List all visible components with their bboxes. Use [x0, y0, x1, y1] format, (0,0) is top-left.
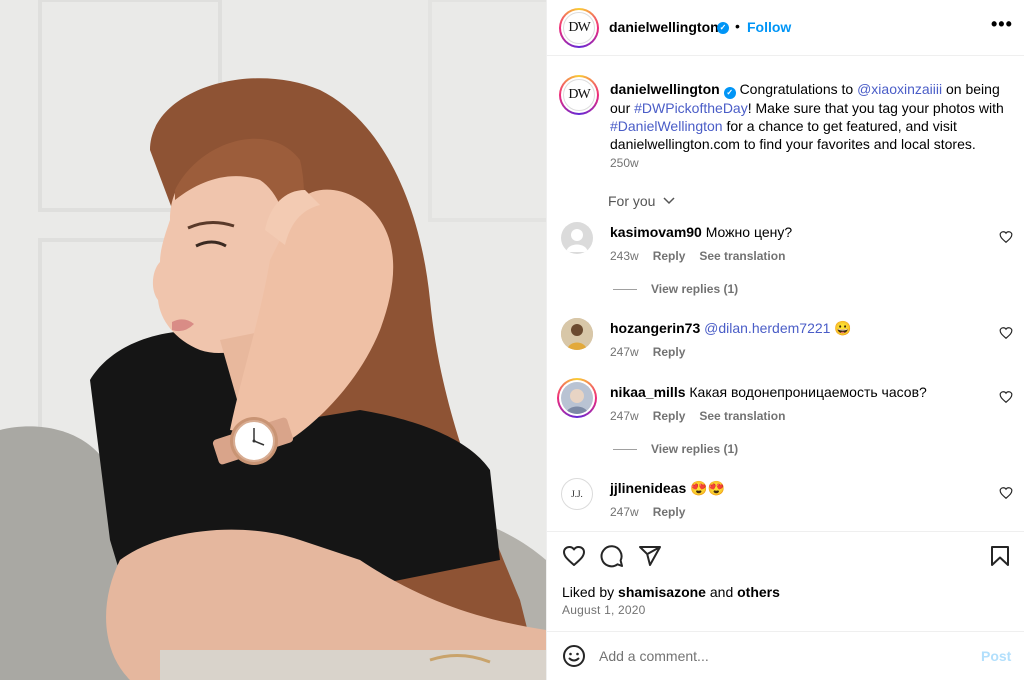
caption-hashtag[interactable]: #DanielWellington [610, 118, 723, 134]
verified-badge-icon: ✓ [723, 87, 736, 99]
add-comment-bar: Post [547, 631, 1024, 680]
heart-icon[interactable] [562, 544, 586, 568]
comments-section[interactable]: DW danielwellington ✓ Congratulations to … [547, 57, 1024, 531]
user-avatar[interactable] [561, 318, 593, 350]
caption-timestamp[interactable]: 250w [610, 156, 639, 170]
reply-button[interactable]: Reply [653, 249, 686, 263]
caption-text: danielwellington ✓ Congratulations to @xi… [610, 80, 1010, 153]
liked-by-others[interactable]: others [737, 584, 780, 600]
comment-meta: 247w Reply [610, 505, 699, 519]
avatar-photo [561, 382, 593, 414]
comment-username[interactable]: hozangerin73 [610, 320, 700, 336]
sort-label: For you [608, 193, 656, 209]
reply-button[interactable]: Reply [653, 345, 686, 359]
view-replies-button[interactable]: View replies (1) [613, 442, 738, 456]
comment-body: nikaa_mills Какая водонепроницаемость ча… [610, 383, 990, 401]
like-comment-heart-icon[interactable] [999, 230, 1013, 244]
comment-time[interactable]: 243w [610, 249, 639, 263]
send-icon[interactable] [638, 544, 662, 568]
caption-avatar[interactable]: DW [559, 75, 599, 115]
liked-by-user[interactable]: shamisazone [618, 584, 706, 600]
bookmark-icon[interactable] [988, 544, 1012, 568]
user-avatar-story-ring[interactable] [557, 378, 597, 418]
post-side-panel: DW danielwellington ✓ • Follow ••• DW da… [546, 0, 1024, 680]
photo-woman-with-watch [0, 0, 546, 680]
comment-meta: 243w Reply See translation [610, 249, 799, 263]
likes-prefix: Liked by [562, 584, 619, 600]
account-username[interactable]: danielwellington [609, 19, 719, 35]
view-replies-label: View replies (1) [651, 442, 739, 456]
comment-username[interactable]: kasimovam90 [610, 224, 702, 240]
comment-emoji: 😍😍 [690, 480, 726, 496]
see-translation-button[interactable]: See translation [699, 249, 785, 263]
separator-dot: • [735, 18, 740, 34]
replies-divider-line [613, 449, 637, 451]
more-options-icon[interactable]: ••• [991, 14, 1013, 35]
comment-time[interactable]: 247w [610, 505, 639, 519]
caption-hashtag[interactable]: #DWPickoftheDay [634, 100, 748, 116]
chevron-down-icon [663, 197, 675, 205]
avatar-photo [561, 318, 593, 350]
add-comment-input[interactable] [599, 644, 959, 668]
comment-meta: 247w Reply [610, 345, 699, 359]
comment-text: Какая водонепроницаемость часов? [689, 384, 927, 400]
comment-mention[interactable]: @dilan.herdem7221 [704, 320, 830, 336]
user-avatar[interactable]: J.J. [561, 478, 593, 510]
dw-logo: DW [563, 12, 595, 44]
caption-mention[interactable]: @xiaoxinzaiiii [857, 81, 942, 97]
comment-icon[interactable] [600, 544, 624, 568]
account-avatar[interactable]: DW [559, 8, 599, 48]
post-date[interactable]: August 1, 2020 [562, 603, 646, 617]
verified-badge-icon: ✓ [717, 22, 729, 34]
post-header: DW danielwellington ✓ • Follow ••• [547, 0, 1024, 56]
caption-text-part: Congratulations to [739, 81, 858, 97]
comment-time[interactable]: 247w [610, 409, 639, 423]
comment-emoji: 😀 [834, 320, 852, 336]
replies-divider-line [613, 289, 637, 291]
comment-body: hozangerin73 @dilan.herdem7221 😀 [610, 319, 990, 337]
reply-button[interactable]: Reply [653, 505, 686, 519]
comment-meta: 247w Reply See translation [610, 409, 799, 423]
post-actions: Liked by shamisazone and others August 1… [547, 531, 1024, 631]
default-avatar[interactable] [561, 222, 593, 254]
comment-text: Можно цену? [705, 224, 793, 240]
see-translation-button[interactable]: See translation [699, 409, 785, 423]
likes-middle: and [705, 584, 738, 600]
like-comment-heart-icon[interactable] [999, 326, 1013, 340]
comment-sort-dropdown[interactable]: For you [608, 193, 675, 209]
user-silhouette-icon [566, 229, 588, 252]
caption-username[interactable]: danielwellington [610, 81, 720, 97]
comment-time[interactable]: 247w [610, 345, 639, 359]
caption-text-part: ! Make sure that you tag your photos wit… [747, 100, 1004, 116]
comment-username[interactable]: jjlinenideas [610, 480, 686, 496]
comment-body: jjlinenideas 😍😍 [610, 479, 990, 497]
dw-logo: DW [563, 79, 595, 111]
like-comment-heart-icon[interactable] [999, 486, 1013, 500]
view-replies-label: View replies (1) [651, 282, 739, 296]
view-replies-button[interactable]: View replies (1) [613, 282, 738, 296]
smiley-icon[interactable] [562, 644, 586, 668]
jj-logo: J.J. [571, 489, 583, 499]
likes-summary: Liked by shamisazone and others [562, 584, 780, 600]
post-photo[interactable] [0, 0, 546, 680]
comment-username[interactable]: nikaa_mills [610, 384, 686, 400]
comment-body: kasimovam90 Можно цену? [610, 223, 990, 241]
reply-button[interactable]: Reply [653, 409, 686, 423]
follow-button[interactable]: Follow [747, 19, 791, 35]
post-comment-button[interactable]: Post [981, 648, 1011, 664]
like-comment-heart-icon[interactable] [999, 390, 1013, 404]
